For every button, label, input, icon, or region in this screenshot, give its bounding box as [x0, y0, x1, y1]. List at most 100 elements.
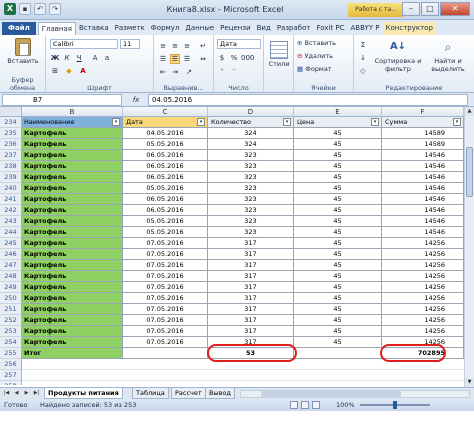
date-cell[interactable]: 04.05.2016	[123, 128, 208, 139]
ribbon-tab[interactable]: Данные	[182, 22, 217, 35]
empty-cell[interactable]	[382, 370, 464, 381]
date-cell[interactable]: 06.05.2016	[123, 194, 208, 205]
ribbon-tab[interactable]: Файл	[2, 22, 36, 35]
sum-cell[interactable]: 14256	[382, 249, 464, 260]
zoom-level[interactable]: 100%	[336, 399, 355, 411]
date-cell[interactable]: 07.05.2016	[123, 271, 208, 282]
row-number[interactable]: 245	[0, 238, 22, 249]
first-sheet-icon[interactable]: |◀	[2, 389, 11, 398]
row-number[interactable]: 240	[0, 183, 22, 194]
name-cell[interactable]: Картофель	[22, 271, 123, 282]
name-cell[interactable]: Картофель	[22, 216, 123, 227]
row-number[interactable]: 244	[0, 227, 22, 238]
quantity-cell[interactable]: 324	[208, 128, 294, 139]
align-bottom-icon[interactable]: ≡	[182, 41, 192, 51]
price-cell[interactable]: 45	[294, 216, 382, 227]
price-cell[interactable]: 45	[294, 326, 382, 337]
select-all-corner[interactable]	[0, 107, 22, 117]
empty-cell[interactable]	[382, 359, 464, 370]
align-right-icon[interactable]: ☰	[182, 54, 192, 64]
quantity-cell[interactable]: 317	[208, 260, 294, 271]
empty-cell[interactable]	[123, 370, 208, 381]
quantity-cell[interactable]: 323	[208, 161, 294, 172]
date-cell[interactable]: 07.05.2016	[123, 337, 208, 348]
ribbon-tab[interactable]: Вид	[254, 22, 274, 35]
filter-dropdown-icon[interactable]: ▾	[283, 118, 291, 126]
styles-button[interactable]: Стили	[266, 41, 292, 68]
delete-cells-button[interactable]: ⊖ Удалить	[297, 52, 333, 60]
row-number[interactable]: 253	[0, 326, 22, 337]
date-cell[interactable]: 07.05.2016	[123, 293, 208, 304]
ribbon-tab[interactable]: Разработ	[274, 22, 314, 35]
sum-cell[interactable]: 14256	[382, 304, 464, 315]
table-header-cell[interactable]: Сумма ▾	[382, 117, 464, 128]
comma-style-icon[interactable]: 000	[241, 53, 254, 63]
ribbon-tab[interactable]: Разметк	[112, 22, 148, 35]
price-cell[interactable]: 45	[294, 337, 382, 348]
prev-sheet-icon[interactable]: ◀	[12, 389, 21, 398]
orientation-icon[interactable]: ↗	[184, 67, 194, 77]
scroll-thumb[interactable]	[466, 147, 473, 197]
row-number[interactable]: 234	[0, 117, 22, 128]
sheet-tab[interactable]: Таблица	[132, 388, 169, 399]
row-number[interactable]: 255	[0, 348, 22, 359]
quantity-cell[interactable]: 317	[208, 249, 294, 260]
last-sheet-icon[interactable]: ▶|	[32, 389, 41, 398]
date-cell[interactable]: 06.05.2016	[123, 205, 208, 216]
ribbon-tab[interactable]: Формул	[148, 22, 183, 35]
underline-icon[interactable]: Ч	[74, 53, 84, 63]
date-cell[interactable]: 05.05.2016	[123, 183, 208, 194]
row-number[interactable]: 243	[0, 216, 22, 227]
name-box[interactable]: B7	[2, 94, 122, 106]
wrap-text-icon[interactable]: ↵	[198, 41, 208, 51]
ribbon-tab[interactable]: Рецензи	[217, 22, 253, 35]
align-middle-icon[interactable]: ≡	[170, 41, 180, 51]
price-cell[interactable]: 45	[294, 128, 382, 139]
borders-icon[interactable]: ⊞	[50, 66, 60, 76]
align-center-icon[interactable]: ☰	[170, 54, 180, 64]
empty-cell[interactable]	[123, 359, 208, 370]
date-cell[interactable]: 07.05.2016	[123, 249, 208, 260]
align-left-icon[interactable]: ☰	[158, 54, 168, 64]
quantity-cell[interactable]: 317	[208, 293, 294, 304]
price-cell[interactable]: 45	[294, 304, 382, 315]
page-layout-icon[interactable]	[301, 401, 309, 409]
excel-icon[interactable]: X	[4, 3, 16, 15]
row-number[interactable]: 256	[0, 359, 22, 370]
fill-color-icon[interactable]: ◆	[64, 66, 74, 76]
sum-cell[interactable]: 14589	[382, 139, 464, 150]
quantity-cell[interactable]: 323	[208, 194, 294, 205]
row-number[interactable]: 246	[0, 249, 22, 260]
vertical-scrollbar[interactable]: ▲ ▼	[464, 107, 474, 387]
increase-indent-icon[interactable]: ⇥	[170, 67, 180, 77]
price-cell[interactable]: 45	[294, 271, 382, 282]
quantity-cell[interactable]: 324	[208, 139, 294, 150]
name-cell[interactable]: Картофель	[22, 150, 123, 161]
price-cell[interactable]: 45	[294, 249, 382, 260]
empty-cell[interactable]	[294, 381, 382, 385]
price-cell[interactable]: 45	[294, 293, 382, 304]
empty-cell[interactable]	[22, 370, 123, 381]
horizontal-scroll-thumb[interactable]	[261, 391, 401, 397]
grow-font-icon[interactable]: A	[90, 53, 100, 63]
price-cell[interactable]: 45	[294, 139, 382, 150]
italic-icon[interactable]: К	[62, 53, 72, 63]
find-select-button[interactable]: ⌕ Найти и выделить	[426, 38, 470, 73]
date-cell[interactable]: 06.05.2016	[123, 161, 208, 172]
row-number[interactable]: 239	[0, 172, 22, 183]
quantity-cell[interactable]: 317	[208, 315, 294, 326]
fill-icon[interactable]: ↓	[358, 53, 368, 63]
row-number[interactable]: 250	[0, 293, 22, 304]
column-header[interactable]: F	[382, 107, 464, 117]
date-cell[interactable]: 07.05.2016	[123, 304, 208, 315]
quantity-cell[interactable]: 323	[208, 172, 294, 183]
sheet-tab[interactable]: Рассчет	[171, 388, 206, 399]
formula-input[interactable]: 04.05.2016	[148, 94, 468, 106]
zoom-slider-knob[interactable]	[393, 401, 397, 409]
row-number[interactable]: 241	[0, 194, 22, 205]
quantity-cell[interactable]: 317	[208, 282, 294, 293]
date-cell[interactable]: 07.05.2016	[123, 315, 208, 326]
date-cell[interactable]: 06.05.2016	[123, 172, 208, 183]
column-header[interactable]: B	[22, 107, 123, 117]
price-cell[interactable]: 45	[294, 161, 382, 172]
